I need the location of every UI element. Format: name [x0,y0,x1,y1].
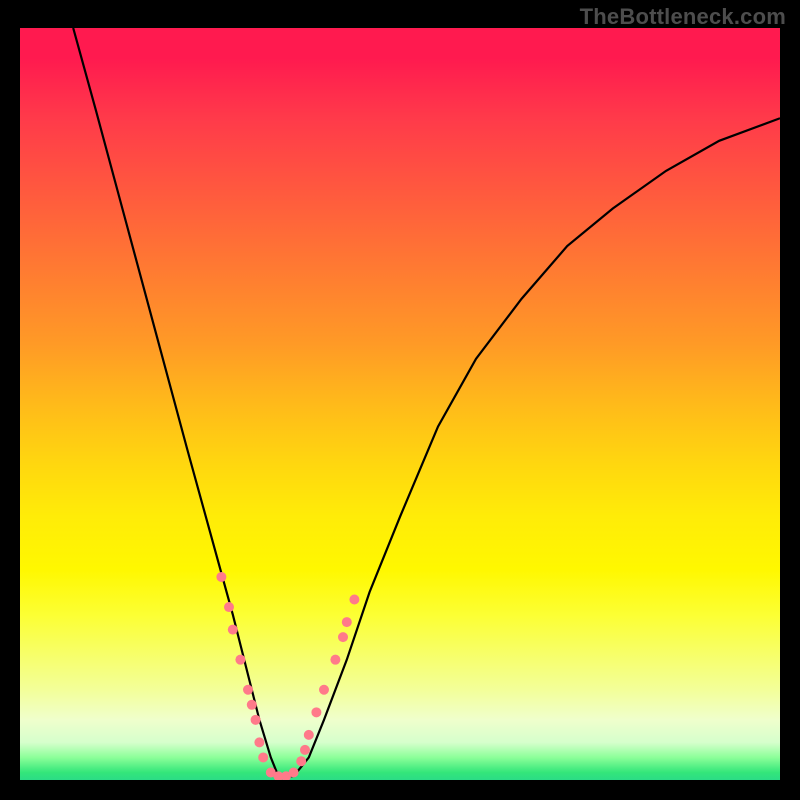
bead-point [311,707,321,717]
bead-point [254,737,264,747]
bead-point [224,602,234,612]
watermark-text: TheBottleneck.com [580,4,786,30]
bead-point [289,767,299,777]
plot-area [20,28,780,780]
plot-frame [20,28,780,780]
bead-point [247,700,257,710]
chart-stage: TheBottleneck.com [0,0,800,800]
bead-point [319,685,329,695]
bead-point [330,655,340,665]
bead-point [338,632,348,642]
bead-point [251,715,261,725]
beads-group [216,572,359,780]
bead-point [304,730,314,740]
bead-point [216,572,226,582]
beads-layer [20,28,780,780]
bead-point [349,595,359,605]
bead-point [258,752,268,762]
bead-point [228,625,238,635]
bead-point [243,685,253,695]
bead-point [300,745,310,755]
bead-point [235,655,245,665]
bead-point [296,756,306,766]
bead-point [342,617,352,627]
